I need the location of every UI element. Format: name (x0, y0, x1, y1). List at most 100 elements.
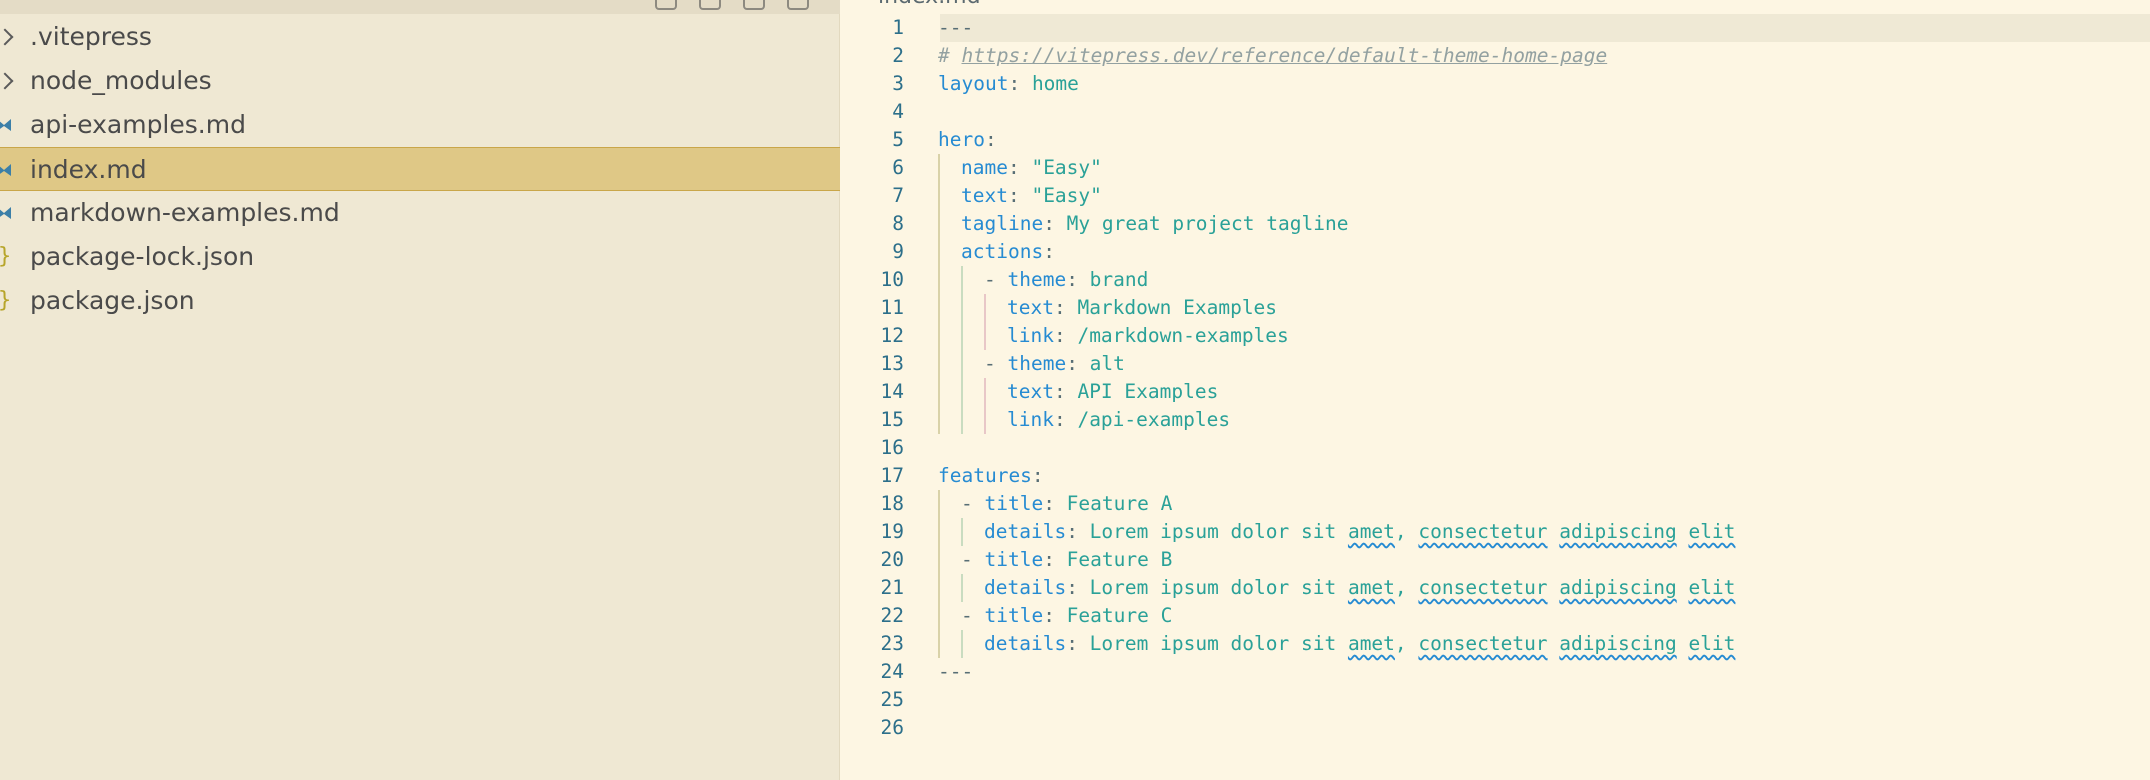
code-line[interactable]: 11 text: Markdown Examples (840, 294, 2150, 322)
editor-tab-strip: index.md (840, 0, 2150, 10)
code-line[interactable]: 8 tagline: My great project tagline (840, 210, 2150, 238)
code-line[interactable]: 19 details: Lorem ipsum dolor sit amet, c… (840, 518, 2150, 546)
line-text: - title: Feature C (961, 602, 1172, 630)
line-text: details: Lorem ipsum dolor sit amet, con… (984, 574, 1735, 602)
indent-guide (938, 294, 940, 322)
code-line[interactable]: 23 details: Lorem ipsum dolor sit amet, c… (840, 630, 2150, 658)
code-area[interactable]: 1 --- 2 # https://vitepress.dev/reference/d… (840, 14, 2150, 742)
refresh-icon[interactable] (743, 0, 765, 10)
tree-item-package-lock[interactable]: } package-lock.json (0, 235, 840, 279)
code-token: actions (961, 240, 1044, 263)
code-token: /markdown-examples (1077, 324, 1289, 347)
code-line[interactable]: 26 (840, 714, 2150, 742)
code-line[interactable]: 9 actions: (840, 238, 2150, 266)
code-token: : (1008, 72, 1032, 95)
code-line[interactable]: 13 - theme: alt (840, 350, 2150, 378)
json-icon: } (0, 279, 11, 323)
code-token: , (1394, 632, 1419, 655)
tree-item-label: index.md (30, 155, 147, 184)
tree-item-vitepress[interactable]: .vitepress (0, 15, 840, 59)
code-line[interactable]: 4 (840, 98, 2150, 126)
new-folder-icon[interactable] (699, 0, 721, 10)
indent-guide (961, 406, 963, 434)
indent-guide (961, 630, 963, 658)
code-line[interactable]: 3 layout: home (840, 70, 2150, 98)
code-line[interactable]: 15 link: /api-examples (840, 406, 2150, 434)
code-token: : (1053, 380, 1078, 403)
code-line[interactable]: 20 - title: Feature B (840, 546, 2150, 574)
line-number: 3 (892, 72, 904, 95)
code-line[interactable]: 24 --- (840, 658, 2150, 686)
line-number: 16 (880, 436, 904, 459)
code-token: - (984, 352, 1008, 375)
code-token: - (961, 492, 985, 515)
code-line[interactable]: 18 - title: Feature A (840, 490, 2150, 518)
code-line[interactable]: 1 --- (840, 14, 2150, 42)
new-file-icon[interactable] (655, 0, 677, 10)
code-line[interactable]: 7 text: "Easy" (840, 182, 2150, 210)
code-token: text (1007, 380, 1054, 403)
tree-item-label: node_modules (30, 66, 212, 95)
code-line[interactable]: 16 (840, 434, 2150, 462)
code-editor[interactable]: index.md 1---2# https://vitepress.dev/re… (840, 0, 2150, 780)
indent-guide (938, 154, 940, 182)
line-number: 12 (880, 324, 904, 347)
line-text: --- (938, 14, 973, 42)
code-line[interactable]: 12 link: /markdown-examples (840, 322, 2150, 350)
tree-item-package-json[interactable]: } package.json (0, 279, 840, 323)
line-text: - title: Feature A (961, 490, 1172, 518)
code-token: theme (1007, 268, 1067, 291)
code-token: theme (1007, 352, 1067, 375)
code-line[interactable]: 25 (840, 686, 2150, 714)
indent-guide (961, 294, 963, 322)
code-line[interactable]: 22 - title: Feature C (840, 602, 2150, 630)
code-line[interactable]: 17 features: (840, 462, 2150, 490)
code-line[interactable]: 14 text: API Examples (840, 378, 2150, 406)
line-text: details: Lorem ipsum dolor sit amet, con… (984, 518, 1735, 546)
tree-item-label: api-examples.md (30, 110, 246, 139)
line-number: 21 (880, 576, 904, 599)
code-token: alt (1089, 352, 1125, 375)
markdown-icon (0, 207, 11, 219)
line-text: layout: home (938, 70, 1079, 98)
code-token: : (1066, 352, 1090, 375)
editor-tab-label[interactable]: index.md (878, 0, 981, 9)
code-token: elit (1688, 520, 1736, 543)
collapse-all-icon[interactable] (787, 0, 809, 10)
code-line[interactable]: 2 # https://vitepress.dev/reference/defau… (840, 42, 2150, 70)
code-token: consectetur (1418, 632, 1548, 655)
code-token: adipiscing (1559, 520, 1677, 543)
line-number: 7 (892, 184, 904, 207)
code-token: Feature C (1066, 604, 1173, 627)
line-number: 25 (880, 688, 904, 711)
line-number: 18 (880, 492, 904, 515)
code-line[interactable]: 10 - theme: brand (840, 266, 2150, 294)
indent-guide (938, 210, 940, 238)
tree-item-api-examples[interactable]: api-examples.md (0, 103, 840, 147)
line-text: link: /api-examples (1007, 406, 1230, 434)
tree-item-label: package.json (30, 286, 195, 315)
code-token: adipiscing (1559, 632, 1677, 655)
code-token: features (938, 464, 1032, 487)
code-line[interactable]: 5 hero: (840, 126, 2150, 154)
code-token: : (1007, 156, 1032, 179)
line-number: 8 (892, 212, 904, 235)
code-line[interactable]: 21 details: Lorem ipsum dolor sit amet, c… (840, 574, 2150, 602)
line-number: 9 (892, 240, 904, 263)
code-token: https://vitepress.dev/reference/default-… (961, 44, 1608, 67)
tree-item-node-modules[interactable]: node_modules (0, 59, 840, 103)
tree-item-label: markdown-examples.md (30, 198, 340, 227)
line-text: link: /markdown-examples (1007, 322, 1289, 350)
code-token: : (1053, 408, 1078, 431)
code-token: : (1043, 548, 1067, 571)
code-token: consectetur (1418, 520, 1548, 543)
code-token: elit (1688, 632, 1736, 655)
tree-item-index[interactable]: index.md (0, 147, 840, 191)
code-line[interactable]: 6 name: "Easy" (840, 154, 2150, 182)
tree-item-markdown-examples[interactable]: markdown-examples.md (0, 191, 840, 235)
code-token: details (984, 520, 1067, 543)
code-token: consectetur (1418, 576, 1548, 599)
code-token: details (984, 632, 1067, 655)
line-text: - title: Feature B (961, 546, 1172, 574)
